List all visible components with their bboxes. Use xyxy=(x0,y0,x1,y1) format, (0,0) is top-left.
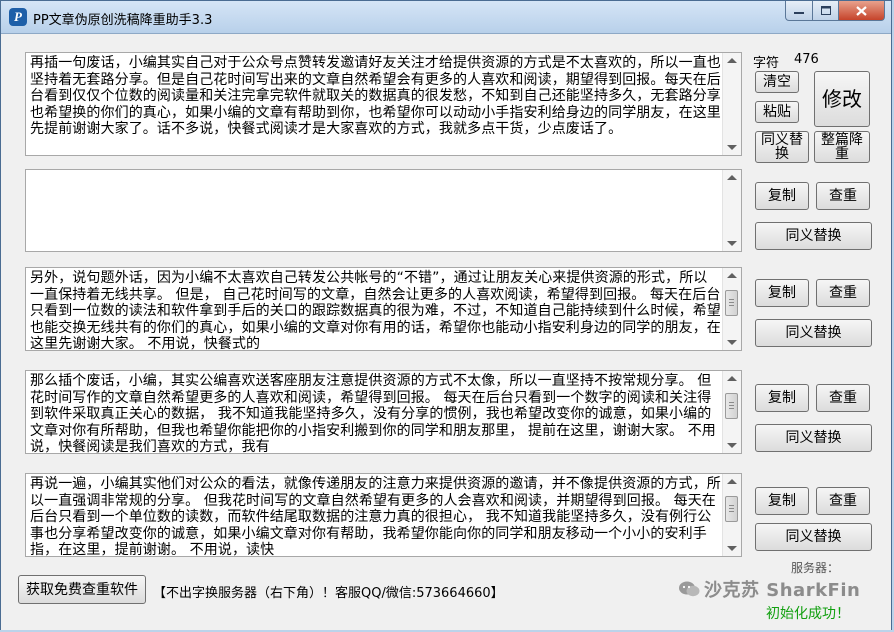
result-scrollbar-3[interactable] xyxy=(722,371,741,453)
result-scrollbar-1[interactable] xyxy=(722,170,741,251)
window-title: PP文章伪原创洗稿降重助手3.3 xyxy=(33,13,213,28)
scroll-thumb[interactable] xyxy=(725,496,738,522)
scroll-up-icon[interactable] xyxy=(727,273,737,278)
result-text-area-3[interactable]: 那么插个废话，小编，其实公编喜欢送客座朋友注意提供资源的方式不太像，所以一直坚持… xyxy=(25,370,742,454)
char-count-value: 476 xyxy=(794,52,819,67)
check-button-2[interactable]: 查重 xyxy=(816,279,870,307)
scroll-down-icon[interactable] xyxy=(727,145,737,150)
scroll-thumb[interactable] xyxy=(725,393,738,419)
scroll-down-icon[interactable] xyxy=(727,546,737,551)
result-text-2: 另外，说句题外话，因为小编不太喜欢自己转发公共帐号的“不错”，通过让朋友关心来提… xyxy=(30,270,721,350)
result-text-3: 那么插个废话，小编，其实公编喜欢送客座朋友注意提供资源的方式不太像，所以一直坚持… xyxy=(30,373,716,453)
scroll-up-icon[interactable] xyxy=(727,58,737,63)
source-scrollbar[interactable] xyxy=(722,53,741,155)
window-controls xyxy=(785,1,885,23)
service-notice: 【不出字换服务器（右下角）！客服QQ/微信:573664660】 xyxy=(153,586,504,601)
source-text-area[interactable]: 再插一句废话，小编其实自己对于公众号点赞转发邀请好友关注才给提供资源的方式是不太… xyxy=(25,52,742,156)
app-content: 再插一句废话，小编其实自己对于公众号点赞转发邀请好友关注才给提供资源的方式是不太… xyxy=(1,34,891,630)
init-status: 初始化成功！ xyxy=(766,606,850,622)
whole-rewrite-button[interactable]: 整篇降重 xyxy=(814,131,870,163)
scroll-up-icon[interactable] xyxy=(727,175,737,180)
scroll-up-icon[interactable] xyxy=(727,479,737,484)
app-logo-icon: P xyxy=(9,8,27,26)
scroll-down-icon[interactable] xyxy=(727,241,737,246)
copy-button-3[interactable]: 复制 xyxy=(755,384,809,412)
check-button-3[interactable]: 查重 xyxy=(816,384,870,412)
maximize-button[interactable] xyxy=(813,1,839,21)
scroll-down-icon[interactable] xyxy=(727,340,737,345)
synonym-replace-button[interactable]: 同义替换 xyxy=(755,131,809,163)
synonym-button-4[interactable]: 同义替换 xyxy=(755,523,872,551)
synonym-button-3[interactable]: 同义替换 xyxy=(755,424,872,452)
wechat-icon xyxy=(678,580,700,602)
synonym-button-1[interactable]: 同义替换 xyxy=(755,222,872,250)
synonym-button-2[interactable]: 同义替换 xyxy=(755,319,872,347)
maximize-icon xyxy=(820,6,831,15)
check-button-4[interactable]: 查重 xyxy=(816,487,870,515)
watermark-text: 沙克苏 SharkFin xyxy=(704,580,861,601)
scroll-thumb[interactable] xyxy=(725,290,738,316)
scroll-up-icon[interactable] xyxy=(727,376,737,381)
copy-button-4[interactable]: 复制 xyxy=(755,487,809,515)
result-text-area-1[interactable] xyxy=(25,169,742,252)
source-text: 再插一句废话，小编其实自己对于公众号点赞转发邀请好友关注才给提供资源的方式是不太… xyxy=(30,55,721,137)
paste-button[interactable]: 粘贴 xyxy=(755,101,799,123)
result-scrollbar-2[interactable] xyxy=(722,268,741,350)
result-text-area-2[interactable]: 另外，说句题外话，因为小编不太喜欢自己转发公共帐号的“不错”，通过让朋友关心来提… xyxy=(25,267,742,351)
scroll-down-icon[interactable] xyxy=(727,443,737,448)
copy-button-2[interactable]: 复制 xyxy=(755,279,809,307)
clear-button[interactable]: 清空 xyxy=(755,71,799,93)
copy-button-1[interactable]: 复制 xyxy=(755,182,809,210)
close-icon xyxy=(856,5,867,16)
result-text-4: 再说一遍，小编其实他们对公众的看法，就像传递朋友的注意力来提供资源的邀请，并不像… xyxy=(30,476,721,556)
close-button[interactable] xyxy=(839,1,885,21)
minimize-button[interactable] xyxy=(785,1,813,21)
title-bar[interactable]: P PP文章伪原创洗稿降重助手3.3 xyxy=(1,1,891,34)
result-text-area-4[interactable]: 再说一遍，小编其实他们对公众的看法，就像传递朋友的注意力来提供资源的邀请，并不像… xyxy=(25,473,742,557)
modify-button[interactable]: 修改 xyxy=(814,71,870,127)
result-scrollbar-4[interactable] xyxy=(722,474,741,556)
get-free-software-button[interactable]: 获取免费查重软件 xyxy=(18,575,146,604)
main-window: P PP文章伪原创洗稿降重助手3.3 再插一句废话，小编其实自己对于公众号点赞转… xyxy=(0,0,892,630)
result-text-1 xyxy=(28,170,721,251)
char-count-label: 字符 xyxy=(753,56,780,71)
minimize-icon xyxy=(794,11,804,14)
server-label: 服务器： xyxy=(791,561,840,575)
check-button-1[interactable]: 查重 xyxy=(816,182,870,210)
